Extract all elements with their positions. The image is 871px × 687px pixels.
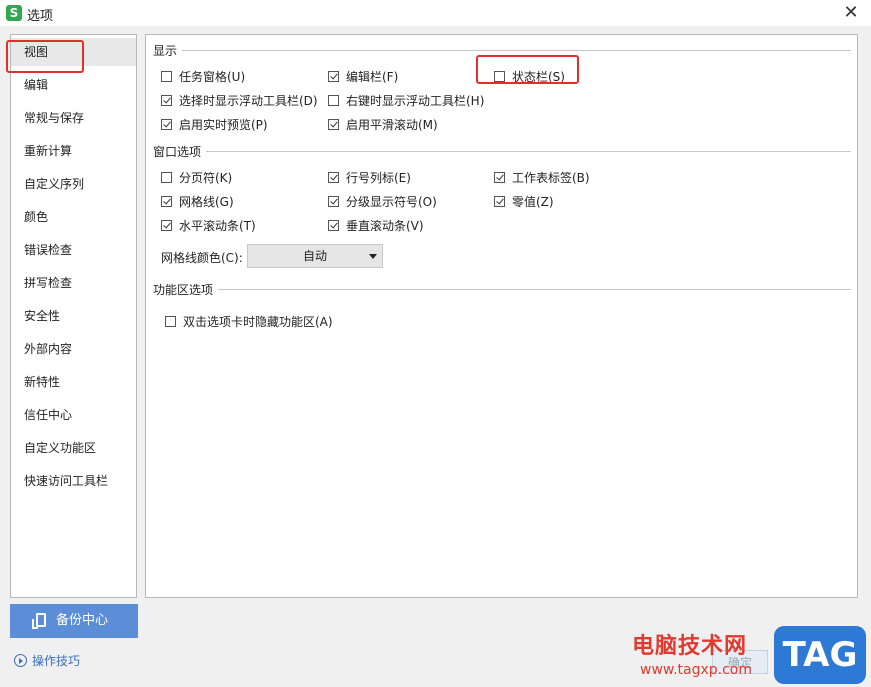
gridline-color-value: 自动 <box>302 249 327 263</box>
checkbox-label: 分页符(K) <box>179 171 233 185</box>
checkbox-label: 双击选项卡时隐藏功能区(A) <box>183 315 333 329</box>
tips-link[interactable]: 操作技巧 <box>14 652 80 669</box>
page-break-checkbox[interactable]: 分页符(K) <box>161 169 232 186</box>
watermark-url: www.tagxp.com <box>640 662 752 678</box>
backup-center-label: 备份中心 <box>56 613 109 628</box>
checkbox-label: 零值(Z) <box>512 195 554 209</box>
sheet-tabs-checkbox[interactable]: 工作表标签(B) <box>494 169 590 186</box>
checkbox-box <box>494 172 505 183</box>
sidebar-item-custom-lists[interactable]: 自定义序列 <box>11 170 136 198</box>
checkbox-box <box>161 71 172 82</box>
section-divider <box>206 151 851 152</box>
watermark: 电脑技术网 www.tagxp.com TAG <box>632 626 871 687</box>
sidebar-item-security[interactable]: 安全性 <box>11 302 136 330</box>
chevron-down-icon <box>369 254 377 259</box>
checkbox-box <box>494 196 505 207</box>
play-circle-icon <box>14 654 27 667</box>
live-preview-checkbox[interactable]: 启用实时预览(P) <box>161 116 268 133</box>
sidebar-item-trust-center[interactable]: 信任中心 <box>11 401 136 429</box>
checkbox-box <box>328 196 339 207</box>
checkbox-box <box>328 220 339 231</box>
outline-symbols-checkbox[interactable]: 分级显示符号(O) <box>328 193 437 210</box>
sidebar-item-general-save[interactable]: 常规与保存 <box>11 104 136 132</box>
checkbox-box <box>328 119 339 130</box>
checkbox-box <box>328 95 339 106</box>
checkbox-label: 行号列标(E) <box>346 171 411 185</box>
checkbox-box <box>328 172 339 183</box>
checkbox-label: 状态栏(S) <box>512 70 565 84</box>
backup-center-button[interactable]: 备份中心 <box>10 604 138 638</box>
sidebar-item-edit[interactable]: 编辑 <box>11 71 136 99</box>
sidebar-item-customize-ribbon[interactable]: 自定义功能区 <box>11 434 136 462</box>
watermark-text: 电脑技术网 <box>632 634 748 659</box>
section-divider <box>182 50 851 51</box>
checkbox-label: 右键时显示浮动工具栏(H) <box>346 94 485 108</box>
wps-spreadsheet-icon: S <box>6 5 22 21</box>
checkbox-label: 启用平滑滚动(M) <box>346 118 438 132</box>
gridline-color-select[interactable]: 自动 <box>247 244 383 268</box>
checkbox-label: 启用实时预览(P) <box>179 118 268 132</box>
checkbox-box <box>161 119 172 130</box>
checkbox-label: 垂直滚动条(V) <box>346 219 424 233</box>
sidebar-item-colors[interactable]: 颜色 <box>11 203 136 231</box>
tips-label: 操作技巧 <box>32 654 81 668</box>
hide-ribbon-dblclick-checkbox[interactable]: 双击选项卡时隐藏功能区(A) <box>165 313 333 330</box>
section-divider <box>218 289 851 290</box>
options-content-panel: 显示 任务窗格(U) 编辑栏(F) 状态栏(S) 选择时显示浮动工具栏(D) 右… <box>145 34 858 598</box>
row-col-headers-checkbox[interactable]: 行号列标(E) <box>328 169 411 186</box>
checkbox-box <box>161 196 172 207</box>
sidebar-item-quick-access-toolbar[interactable]: 快速访问工具栏 <box>11 467 136 495</box>
dialog-title: 选项 <box>27 9 54 24</box>
sidebar-item-error-check[interactable]: 错误检查 <box>11 236 136 264</box>
checkbox-box <box>494 71 505 82</box>
gridline-color-label: 网格线颜色(C): <box>161 251 243 265</box>
checkbox-label: 水平滚动条(T) <box>179 219 256 233</box>
checkbox-box <box>161 220 172 231</box>
checkbox-box <box>165 316 176 327</box>
gridlines-checkbox[interactable]: 网格线(G) <box>161 193 234 210</box>
task-pane-checkbox[interactable]: 任务窗格(U) <box>161 68 245 85</box>
tag-logo: TAG <box>774 626 866 684</box>
sidebar-item-view[interactable]: 视图 <box>11 38 136 66</box>
sidebar-item-recalculate[interactable]: 重新计算 <box>11 137 136 165</box>
checkbox-label: 工作表标签(B) <box>512 171 590 185</box>
close-button[interactable]: ✕ <box>837 1 865 25</box>
zero-values-checkbox[interactable]: 零值(Z) <box>494 193 554 210</box>
checkbox-label: 网格线(G) <box>179 195 234 209</box>
section-title-ribbon: 功能区选项 <box>153 281 218 298</box>
sidebar-item-new-features[interactable]: 新特性 <box>11 368 136 396</box>
smooth-scroll-checkbox[interactable]: 启用平滑滚动(M) <box>328 116 438 133</box>
edit-bar-checkbox[interactable]: 编辑栏(F) <box>328 68 398 85</box>
v-scrollbar-checkbox[interactable]: 垂直滚动条(V) <box>328 217 424 234</box>
checkbox-box <box>161 172 172 183</box>
checkbox-label: 分级显示符号(O) <box>346 195 437 209</box>
sidebar-item-spell-check[interactable]: 拼写检查 <box>11 269 136 297</box>
sidebar-item-external-content[interactable]: 外部内容 <box>11 335 136 363</box>
title-bar: S 选项 ✕ <box>0 0 871 26</box>
section-title-display: 显示 <box>153 42 182 59</box>
float-toolbar-select-checkbox[interactable]: 选择时显示浮动工具栏(D) <box>161 92 318 109</box>
checkbox-label: 任务窗格(U) <box>179 70 246 84</box>
checkbox-box <box>328 71 339 82</box>
checkbox-label: 编辑栏(F) <box>346 70 399 84</box>
h-scrollbar-checkbox[interactable]: 水平滚动条(T) <box>161 217 256 234</box>
checkbox-box <box>161 95 172 106</box>
backup-icon <box>32 613 46 629</box>
options-sidebar: 视图 编辑 常规与保存 重新计算 自定义序列 颜色 错误检查 拼写检查 安全性 … <box>10 34 137 598</box>
section-title-window-options: 窗口选项 <box>153 143 206 160</box>
float-toolbar-rightclick-checkbox[interactable]: 右键时显示浮动工具栏(H) <box>328 92 484 109</box>
status-bar-checkbox[interactable]: 状态栏(S) <box>494 68 565 85</box>
checkbox-label: 选择时显示浮动工具栏(D) <box>179 94 318 108</box>
